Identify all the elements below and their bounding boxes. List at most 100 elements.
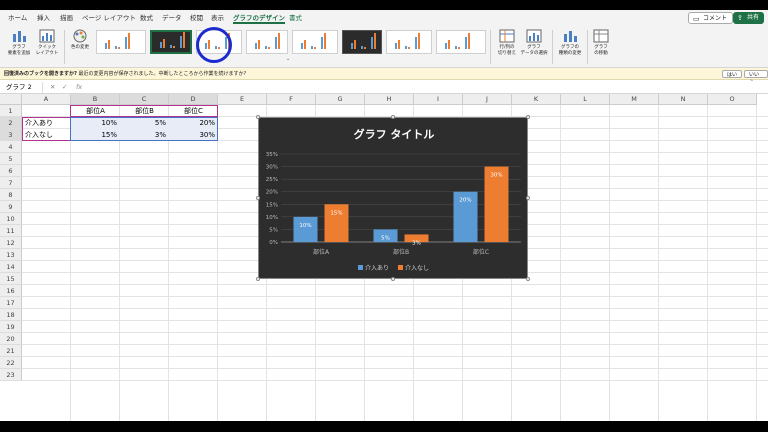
data-label: 10% [299, 223, 311, 229]
row-header[interactable]: 1 [0, 105, 22, 117]
row-header[interactable]: 7 [0, 177, 22, 189]
resize-handle[interactable] [526, 196, 530, 200]
chart-style-thumbnail[interactable] [386, 30, 432, 54]
row-header[interactable]: 6 [0, 165, 22, 177]
tab-item[interactable]: 挿入 [37, 12, 50, 24]
gridline [22, 284, 768, 285]
gridline [22, 308, 768, 309]
row-label-cell[interactable]: 介入あり [22, 117, 71, 129]
column-header[interactable]: B [71, 94, 120, 105]
value-cell[interactable]: 10% [71, 117, 120, 129]
column-header[interactable]: O [708, 94, 757, 105]
chart-style-thumbnail[interactable] [436, 30, 486, 54]
chart-style-thumbnail[interactable] [150, 30, 192, 54]
tab-item[interactable]: ホーム [8, 12, 27, 24]
infobar-yes-button[interactable]: はい [722, 70, 743, 78]
column-header[interactable]: K [512, 94, 561, 105]
resize-handle[interactable] [256, 196, 260, 200]
fx-icon[interactable]: fx [76, 82, 82, 93]
chart-object[interactable]: グラフ タイトル 0% 5% 10% 15% 20% 25% 30% 35% 10% 15% 部位A 5… [258, 117, 528, 279]
resize-handle[interactable] [391, 115, 395, 119]
value-cell[interactable]: 20% [169, 117, 218, 129]
column-header[interactable]: F [267, 94, 316, 105]
row-header[interactable]: 2 [0, 117, 22, 129]
tab-item[interactable]: ページ レイアウト [82, 12, 136, 24]
column-header[interactable]: L [561, 94, 610, 105]
row-header[interactable]: 20 [0, 333, 22, 345]
column-header[interactable]: J [463, 94, 512, 105]
chart-style-thumbnail[interactable] [246, 30, 288, 54]
cancel-icon[interactable]: ✕ [50, 82, 55, 93]
comment-button[interactable]: ▭ コメント [688, 12, 734, 24]
header-cell[interactable]: 部位B [120, 105, 169, 117]
row-header[interactable]: 22 [0, 357, 22, 369]
value-cell[interactable]: 15% [71, 129, 120, 141]
value-cell[interactable]: 30% [169, 129, 218, 141]
row-header[interactable]: 16 [0, 285, 22, 297]
ribbon-toolbar: グラフ 要素を追加 クイック レイアウト 色の変更 ⌄ 行/列の 切り替え グラ… [0, 26, 768, 68]
change-chart-type-button[interactable]: グラフの 種類の変更 [556, 28, 584, 57]
row-header[interactable]: 14 [0, 261, 22, 273]
resize-handle[interactable] [256, 277, 260, 281]
value-cell[interactable]: 3% [120, 129, 169, 141]
column-header[interactable]: H [365, 94, 414, 105]
row-label-cell[interactable]: 介入なし [22, 129, 71, 141]
row-header[interactable]: 5 [0, 153, 22, 165]
resize-handle[interactable] [256, 115, 260, 119]
tab-item[interactable]: 表示 [211, 12, 224, 24]
comment-label: コメント [703, 15, 728, 22]
row-header[interactable]: 13 [0, 249, 22, 261]
row-header[interactable]: 21 [0, 345, 22, 357]
row-header[interactable]: 23 [0, 369, 22, 381]
chart-style-thumbnail[interactable] [96, 30, 146, 54]
column-header[interactable]: C [120, 94, 169, 105]
gallery-expand-icon[interactable]: ⌄ [286, 56, 290, 62]
name-box[interactable]: グラフ 2 [3, 82, 43, 93]
row-header[interactable]: 10 [0, 213, 22, 225]
row-header[interactable]: 3 [0, 129, 22, 141]
column-header[interactable]: G [316, 94, 365, 105]
add-chart-element-button[interactable]: グラフ 要素を追加 [6, 28, 32, 57]
infobar-no-button[interactable]: いいえ [744, 70, 768, 86]
column-header[interactable]: I [414, 94, 463, 105]
column-header[interactable]: N [659, 94, 708, 105]
tab-item[interactable]: グラフのデザイン [233, 12, 285, 24]
share-button[interactable]: ⇪ 共有 [733, 12, 765, 24]
tab-item[interactable]: 数式 [140, 12, 153, 24]
column-header[interactable]: A [22, 94, 71, 105]
header-cell[interactable]: 部位C [169, 105, 218, 117]
row-header[interactable]: 9 [0, 201, 22, 213]
row-header[interactable]: 18 [0, 309, 22, 321]
chart-style-thumbnail[interactable] [342, 30, 382, 54]
row-header[interactable]: 8 [0, 189, 22, 201]
column-header[interactable]: M [610, 94, 659, 105]
quick-layout-button[interactable]: クイック レイアウト [34, 28, 60, 57]
tab-item[interactable]: 校閲 [190, 12, 203, 24]
chart-style-thumbnail[interactable] [292, 30, 338, 54]
row-header[interactable]: 4 [0, 141, 22, 153]
switch-row-column-button[interactable]: 行/列の 切り替え [494, 28, 520, 57]
confirm-icon[interactable]: ✓ [62, 82, 67, 93]
column-header[interactable]: D [169, 94, 218, 105]
change-colors-button[interactable]: 色の変更 [68, 28, 92, 51]
resize-handle[interactable] [526, 277, 530, 281]
tab-item[interactable]: データ [162, 12, 182, 24]
row-header[interactable]: 19 [0, 321, 22, 333]
row-header[interactable]: 17 [0, 297, 22, 309]
move-chart-button[interactable]: グラフ の移動 [590, 28, 612, 57]
row-header[interactable]: 11 [0, 225, 22, 237]
select-all-corner[interactable] [0, 94, 22, 105]
header-cell[interactable]: 部位A [71, 105, 120, 117]
column-header[interactable]: E [218, 94, 267, 105]
row-header[interactable]: 15 [0, 273, 22, 285]
select-data-label: グラフ データの選択 [520, 45, 548, 56]
tab-item[interactable]: 書式 [289, 12, 302, 24]
worksheet-grid[interactable]: A B C D E F G H I J K L M N O 1 2 3 4 5 6 7 8 9 10 11 12 13 14 15 16 17… [0, 94, 768, 421]
tab-item[interactable]: 描画 [60, 12, 73, 24]
gridline [22, 380, 768, 381]
resize-handle[interactable] [391, 277, 395, 281]
resize-handle[interactable] [526, 115, 530, 119]
value-cell[interactable]: 5% [120, 117, 169, 129]
row-header[interactable]: 12 [0, 237, 22, 249]
select-data-button[interactable]: グラフ データの選択 [520, 28, 548, 57]
